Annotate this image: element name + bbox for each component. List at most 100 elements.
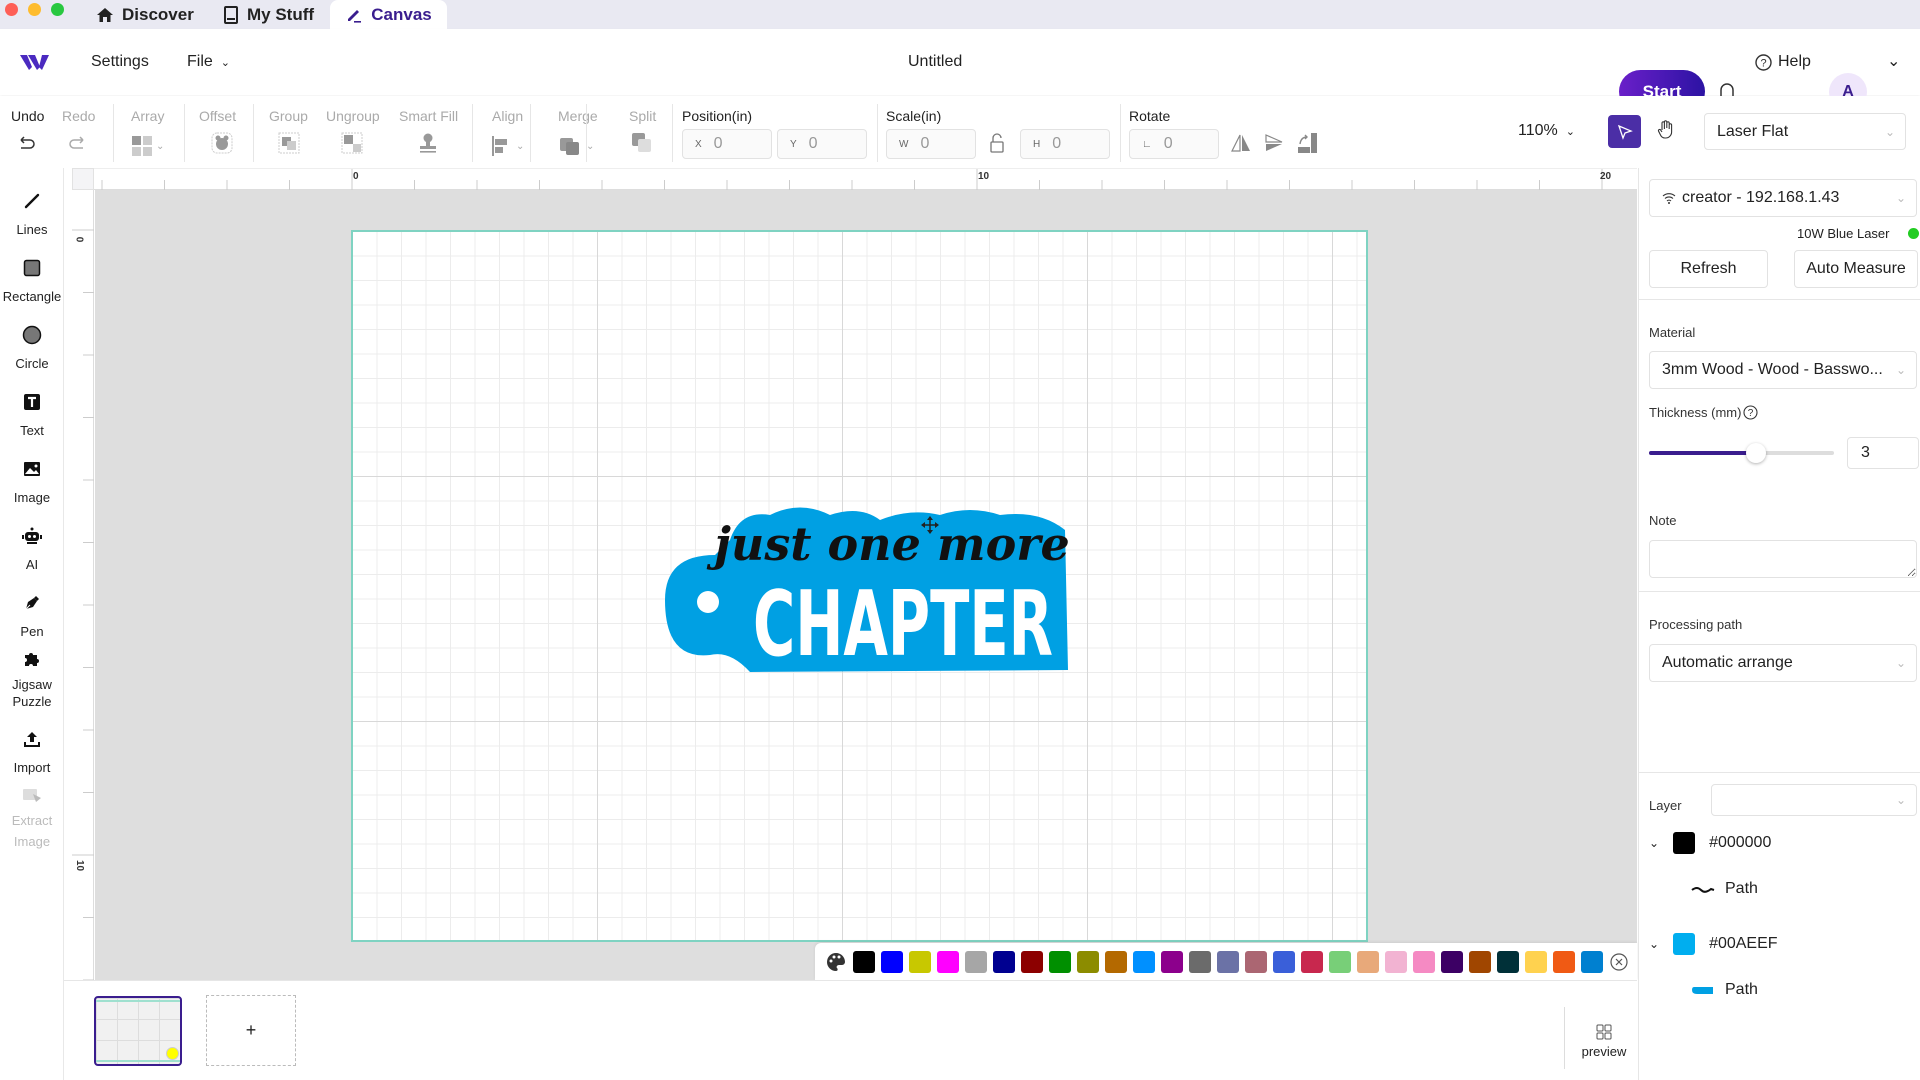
color-swatch[interactable] [1273, 950, 1295, 973]
color-swatch[interactable] [853, 950, 875, 973]
color-swatch[interactable] [881, 950, 903, 973]
color-swatch[interactable] [1133, 950, 1155, 973]
hand-icon[interactable] [1657, 120, 1675, 140]
color-swatch[interactable] [1469, 950, 1491, 973]
zoom-dropdown[interactable]: 110% ⌄ [1518, 122, 1575, 140]
tool-pen[interactable]: Pen [0, 592, 64, 639]
keychain-design[interactable]: just one more CHAPTER [660, 500, 1070, 675]
color-swatch[interactable] [1385, 950, 1407, 973]
rotate-input[interactable]: ∟ 0 [1129, 129, 1219, 159]
color-swatch[interactable] [1357, 950, 1379, 973]
settings-menu[interactable]: Settings [91, 53, 149, 71]
split-icon[interactable] [631, 132, 653, 154]
color-swatch[interactable] [1581, 950, 1603, 973]
tab-canvas[interactable]: Canvas [330, 0, 447, 29]
offset-icon[interactable] [211, 132, 233, 154]
color-swatch[interactable] [1329, 950, 1351, 973]
rotate-90-icon[interactable] [1297, 132, 1319, 154]
select-tool-button[interactable] [1608, 115, 1641, 148]
tab-discover[interactable]: Discover [82, 0, 208, 29]
close-circle-icon[interactable] [1609, 952, 1629, 972]
slider-thumb[interactable] [1746, 443, 1767, 463]
color-swatch[interactable] [1021, 950, 1043, 973]
ruler-corner [72, 168, 94, 190]
processing-path-dropdown[interactable]: Automatic arrange ⌄ [1649, 644, 1917, 682]
help-button[interactable]: ? Help [1755, 53, 1811, 71]
unlock-icon[interactable] [990, 133, 1004, 153]
page-thumbnail[interactable] [94, 996, 182, 1066]
tool-jigsaw-puzzle[interactable]: Jigsaw Puzzle [0, 648, 64, 710]
tool-text[interactable]: Text [0, 391, 64, 438]
help-circle-icon[interactable]: ? [1743, 405, 1759, 420]
array-button[interactable]: ⌄ [132, 136, 164, 156]
color-swatch[interactable] [1049, 950, 1071, 973]
color-swatch[interactable] [1217, 950, 1239, 973]
color-swatch[interactable] [1525, 950, 1547, 973]
color-swatch[interactable] [909, 950, 931, 973]
color-swatch[interactable] [1105, 950, 1127, 973]
tool-image[interactable]: Image [0, 458, 64, 505]
flip-horizontal-icon[interactable] [1230, 132, 1252, 154]
group-icon[interactable] [278, 132, 300, 154]
ungroup-icon[interactable] [341, 132, 363, 154]
color-swatch[interactable] [1301, 950, 1323, 973]
path-label: Path [1725, 981, 1758, 998]
tool-circle[interactable]: Circle [0, 324, 64, 371]
scale-w-input[interactable]: W0 [886, 129, 976, 159]
keyring-hole [697, 591, 719, 613]
note-textarea[interactable] [1649, 540, 1917, 578]
device-dropdown[interactable]: creator - 192.168.1.43 ⌄ [1649, 179, 1917, 217]
refresh-button[interactable]: Refresh [1649, 250, 1768, 288]
chevron-down-icon: ⌄ [1565, 125, 1575, 138]
color-swatch[interactable] [1189, 950, 1211, 973]
preview-button[interactable]: preview [1574, 1023, 1634, 1059]
layer-path-row[interactable]: Path [1691, 880, 1758, 898]
tool-ai[interactable]: AI [0, 525, 64, 572]
layer-group-row[interactable]: ⌄ #000000 [1649, 828, 1909, 858]
tab-my-stuff[interactable]: My Stuff [209, 0, 328, 29]
tool-import[interactable]: Import [0, 728, 64, 775]
palette-icon[interactable] [825, 951, 847, 973]
layer-group-row[interactable]: ⌄ #00AEEF [1649, 929, 1909, 959]
tool-rectangle[interactable]: Rectangle [0, 257, 64, 304]
position-y-input[interactable]: Y0 [777, 129, 867, 159]
layer-path-row[interactable]: Path [1691, 981, 1758, 999]
tool-extract-image[interactable]: Extract Image [0, 784, 64, 852]
color-swatch[interactable] [1161, 950, 1183, 973]
close-window-button[interactable] [5, 3, 18, 16]
maximize-window-button[interactable] [51, 3, 64, 16]
stamp-icon[interactable] [417, 132, 439, 154]
auto-measure-button[interactable]: Auto Measure [1794, 250, 1918, 288]
color-swatch[interactable] [1553, 950, 1575, 973]
color-swatch[interactable] [1497, 950, 1519, 973]
redo-icon[interactable] [67, 132, 89, 154]
minimize-window-button[interactable] [28, 3, 41, 16]
account-chevron-down-icon[interactable]: ⌄ [1887, 51, 1900, 71]
color-swatch[interactable] [937, 950, 959, 973]
layer-dropdown[interactable]: ⌄ [1711, 784, 1917, 816]
add-page-button[interactable]: + [206, 995, 296, 1066]
color-swatch[interactable] [1441, 950, 1463, 973]
tool-label: AI [25, 557, 39, 572]
thickness-slider[interactable] [1649, 443, 1834, 463]
material-value: 3mm Wood - Wood - Basswo... [1662, 361, 1883, 378]
chevron-down-icon[interactable]: ⌄ [1649, 937, 1659, 951]
position-x-input[interactable]: X0 [682, 129, 772, 159]
color-swatch[interactable] [993, 950, 1015, 973]
scale-h-input[interactable]: H0 [1020, 129, 1110, 159]
color-swatch[interactable] [965, 950, 987, 973]
align-button[interactable]: ⌄ [492, 136, 524, 156]
merge-button[interactable]: ⌄ [560, 136, 594, 156]
color-swatch[interactable] [1413, 950, 1435, 973]
color-swatch[interactable] [1245, 950, 1267, 973]
layer-color-label: #00AEEF [1709, 935, 1778, 952]
file-menu[interactable]: File ⌄ [187, 53, 230, 71]
tool-lines[interactable]: Lines [0, 190, 64, 237]
flip-vertical-icon[interactable] [1263, 132, 1285, 154]
machine-mode-dropdown[interactable]: Laser Flat ⌄ [1704, 113, 1906, 150]
undo-icon[interactable] [15, 132, 37, 154]
material-dropdown[interactable]: 3mm Wood - Wood - Basswo... ⌄ [1649, 351, 1917, 389]
thickness-input[interactable]: 3 [1847, 437, 1919, 469]
color-swatch[interactable] [1077, 950, 1099, 973]
chevron-down-icon[interactable]: ⌄ [1649, 836, 1659, 850]
